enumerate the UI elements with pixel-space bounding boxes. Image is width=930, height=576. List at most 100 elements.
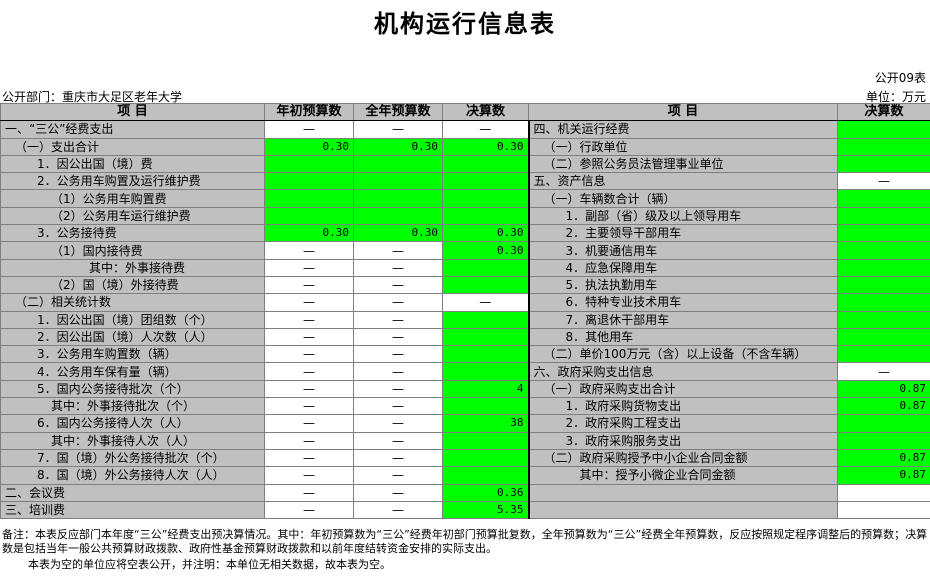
initial-budget-cell: — <box>264 466 354 485</box>
table-row: 2．公务用车购置及运行维护费 五、资产信息 — <box>0 172 930 191</box>
left-item-label: 8．国（境）外公务接待人次（人） <box>0 466 265 485</box>
full-year-budget-cell: 0.30 <box>353 224 443 243</box>
right-final-cell <box>837 258 930 277</box>
final-cell: 38 <box>442 414 529 433</box>
right-final-cell <box>837 120 930 139</box>
left-item-label: 5．国内公务接待批次（个） <box>0 379 265 399</box>
initial-budget-cell <box>264 189 354 208</box>
left-item-label: 4．公务用车保有量（辆） <box>0 362 265 381</box>
right-item-label: 2．政府采购工程支出 <box>527 414 838 433</box>
right-final-cell: — <box>837 172 930 191</box>
full-year-budget-cell: — <box>353 258 443 277</box>
full-year-budget-cell: — <box>353 466 443 485</box>
header-initial-budget: 年初预算数 <box>264 102 354 122</box>
initial-budget-cell: — <box>264 327 354 347</box>
right-item-label: 2．主要领导干部用车 <box>527 224 838 243</box>
left-item-label: 其中：外事接待人次（人） <box>0 431 265 450</box>
full-year-budget-cell: — <box>353 362 443 381</box>
right-final-cell <box>837 137 930 156</box>
right-final-cell: 0.87 <box>837 466 930 485</box>
left-item-label: 其中：外事接待批次（个） <box>0 397 265 416</box>
initial-budget-cell: — <box>264 500 354 520</box>
left-item-label: （1）公务用车购置费 <box>0 189 265 208</box>
table-row: 其中：外事接待人次（人） — —3．政府采购服务支出 <box>0 431 930 450</box>
left-item-label: 3．公务接待费 <box>0 224 265 243</box>
final-cell <box>442 172 529 191</box>
right-final-cell <box>837 241 930 260</box>
header-full-year-budget: 全年预算数 <box>353 102 443 122</box>
full-year-budget-cell: — <box>353 379 443 399</box>
right-final-cell <box>837 275 930 295</box>
final-cell <box>442 327 529 347</box>
table-row: （一）支出合计 0.30 0.30 0.30 （一）行政单位 <box>0 137 930 156</box>
final-cell <box>442 275 529 295</box>
full-year-budget-cell: — <box>353 397 443 416</box>
right-final-cell <box>837 483 930 502</box>
page-title: 机构运行信息表 <box>374 10 556 38</box>
right-item-label: 1．副部（省）级及以上领导用车 <box>527 206 838 226</box>
initial-budget-cell: — <box>264 483 354 502</box>
right-item-label: 3．机要通信用车 <box>527 241 838 260</box>
footnote-empty-table: 本表为空的单位应将空表公开，并注明：本单位无相关数据，故本表为空。 <box>28 558 391 571</box>
initial-budget-cell: — <box>264 241 354 260</box>
right-final-cell <box>837 431 930 450</box>
left-item-label: 2．公务用车购置及运行维护费 <box>0 172 265 191</box>
full-year-budget-cell: — <box>353 327 443 347</box>
full-year-budget-cell <box>353 172 443 191</box>
final-cell: 0.30 <box>442 241 529 260</box>
form-number: 公开09表 <box>874 71 926 85</box>
table-row: 1．因公出国（境）团组数（个） — —7．离退休干部用车 <box>0 310 930 329</box>
full-year-budget-cell: — <box>353 241 443 260</box>
initial-budget-cell: — <box>264 258 354 277</box>
right-item-label: （二）参照公务员法管理事业单位 <box>527 154 838 174</box>
full-year-budget-cell: — <box>353 293 443 312</box>
table-row: 一、“三公”经费支出 — — — 四、机关运行经费 <box>0 120 930 139</box>
left-item-label: 6．国内公务接待人次（人） <box>0 414 265 433</box>
full-year-budget-cell: — <box>353 120 443 139</box>
right-final-cell: 0.87 <box>837 448 930 468</box>
left-item-label: 7．国（境）外公务接待批次（个） <box>0 448 265 468</box>
full-year-budget-cell <box>353 154 443 174</box>
table-header-row: 项 目 年初预算数 全年预算数 决算数 项 目 决算数 <box>0 102 930 122</box>
initial-budget-cell: 0.30 <box>264 224 354 243</box>
table-row: （1）国内接待费 — —0.30 3．机要通信用车 <box>0 241 930 260</box>
right-final-cell: — <box>837 362 930 381</box>
initial-budget-cell: — <box>264 431 354 450</box>
right-final-cell <box>837 327 930 347</box>
right-final-cell <box>837 293 930 312</box>
left-item-label: （一）支出合计 <box>0 137 265 156</box>
right-item-label: （二）单价100万元（含）以上设备（不含车辆） <box>527 345 838 364</box>
full-year-budget-cell: — <box>353 414 443 433</box>
table-row: 二、会议费 — —0.36 <box>0 483 930 502</box>
right-final-cell: 0.87 <box>837 379 930 399</box>
final-cell <box>442 189 529 208</box>
right-item-label <box>527 500 838 520</box>
table-row: 三、培训费 — —5.35 <box>0 500 930 520</box>
right-item-label: 3．政府采购服务支出 <box>527 431 838 450</box>
initial-budget-cell <box>264 154 354 174</box>
full-year-budget-cell <box>353 206 443 226</box>
right-item-label: （一）政府采购支出合计 <box>527 379 838 399</box>
full-year-budget-cell: — <box>353 310 443 329</box>
left-item-label: （2）公务用车运行维护费 <box>0 206 265 226</box>
initial-budget-cell: — <box>264 397 354 416</box>
initial-budget-cell: — <box>264 414 354 433</box>
full-year-budget-cell: — <box>353 275 443 295</box>
right-item-label: 六、政府采购支出信息 <box>527 362 838 381</box>
table-row: 8．国（境）外公务接待人次（人） — — 其中：授予小微企业合同金额 0.87 <box>0 466 930 485</box>
left-item-label: 一、“三公”经费支出 <box>0 120 265 139</box>
initial-budget-cell: — <box>264 362 354 381</box>
initial-budget-cell <box>264 206 354 226</box>
right-final-cell <box>837 224 930 243</box>
right-item-label <box>527 483 838 502</box>
initial-budget-cell: — <box>264 345 354 364</box>
table-row: 其中：外事接待费 — —4．应急保障用车 <box>0 258 930 277</box>
full-year-budget-cell: — <box>353 500 443 520</box>
initial-budget-cell: — <box>264 293 354 312</box>
left-item-label: （二）相关统计数 <box>0 293 265 312</box>
initial-budget-cell: — <box>264 448 354 468</box>
full-year-budget-cell <box>353 189 443 208</box>
right-item-label: （一）车辆数合计（辆） <box>527 189 838 208</box>
final-cell: 5.35 <box>442 500 529 520</box>
final-cell <box>442 431 529 450</box>
